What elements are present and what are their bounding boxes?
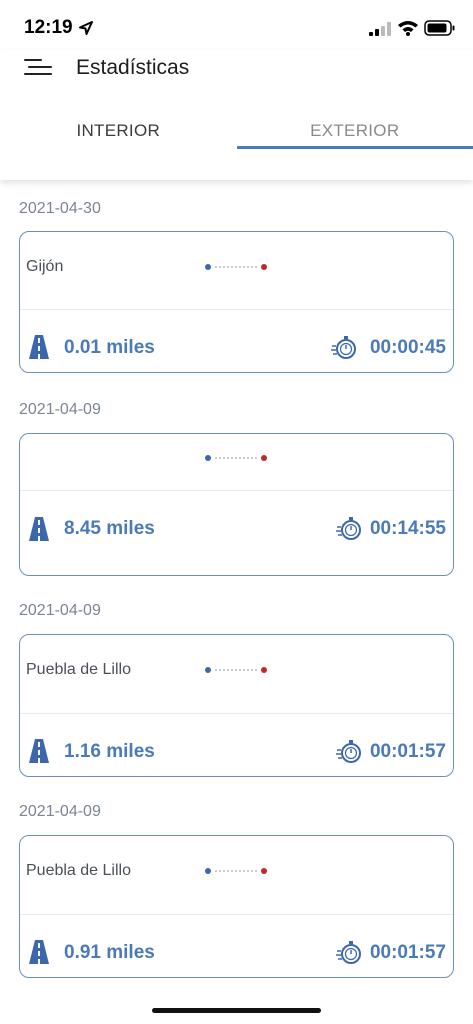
trip-card[interactable]: 8.45 miles 00:14:55 (19, 433, 454, 576)
page-title: Estadísticas (76, 56, 190, 79)
stopwatch-icon (336, 517, 361, 540)
menu-icon[interactable] (24, 56, 52, 78)
trip-date: 2021-04-30 (19, 200, 101, 217)
location-arrow-icon (79, 21, 93, 35)
trip-date: 2021-04-09 (19, 803, 101, 820)
route-dots (205, 455, 267, 463)
trip-duration: 00:00:45 (369, 337, 446, 358)
tab-interior[interactable]: INTERIOR (0, 110, 237, 152)
trip-distance: 0.01 miles (64, 337, 155, 358)
trip-place: Puebla de Lillo (26, 862, 131, 879)
route-dots (205, 868, 267, 876)
trip-card[interactable]: Puebla de Lillo 1.16 miles 00:01:57 (19, 634, 454, 777)
stopwatch-icon (336, 941, 361, 964)
home-indicator[interactable] (152, 1008, 321, 1013)
status-time: 12:19 (24, 17, 73, 38)
trip-distance: 8.45 miles (64, 518, 155, 539)
trip-place: Gijón (26, 258, 64, 275)
start-dot (205, 264, 211, 270)
trip-date: 2021-04-09 (19, 602, 101, 619)
end-dot (261, 264, 267, 270)
battery-icon (424, 20, 455, 36)
trip-card[interactable]: Puebla de Lillo 0.91 miles 00:01:57 (19, 835, 454, 978)
trip-duration: 00:01:57 (369, 942, 446, 963)
status-bar: 12:19 (0, 0, 473, 50)
end-dot (261, 667, 267, 673)
route-dots (205, 264, 267, 272)
stopwatch-icon (336, 740, 361, 763)
start-dot (205, 667, 211, 673)
trip-duration: 00:01:57 (369, 741, 446, 762)
wifi-icon (398, 21, 418, 36)
cellular-signal-icon (369, 22, 391, 36)
road-icon (29, 335, 49, 359)
road-icon (29, 940, 49, 964)
app-header: Estadísticas INTERIOR EXTERIOR (0, 50, 473, 180)
end-dot (261, 868, 267, 874)
trip-card[interactable]: Gijón 0.01 miles 00:00:45 (19, 231, 454, 373)
tab-selected-indicator (237, 146, 473, 149)
start-dot (205, 868, 211, 874)
end-dot (261, 455, 267, 461)
trip-place: Puebla de Lillo (26, 661, 131, 678)
trip-duration: 00:14:55 (369, 518, 446, 539)
start-dot (205, 455, 211, 461)
trip-date: 2021-04-09 (19, 401, 101, 418)
stopwatch-icon (331, 336, 356, 359)
trip-distance: 1.16 miles (64, 741, 155, 762)
trip-distance: 0.91 miles (64, 942, 155, 963)
road-icon (29, 739, 49, 763)
road-icon (29, 517, 49, 541)
route-dots (205, 667, 267, 675)
